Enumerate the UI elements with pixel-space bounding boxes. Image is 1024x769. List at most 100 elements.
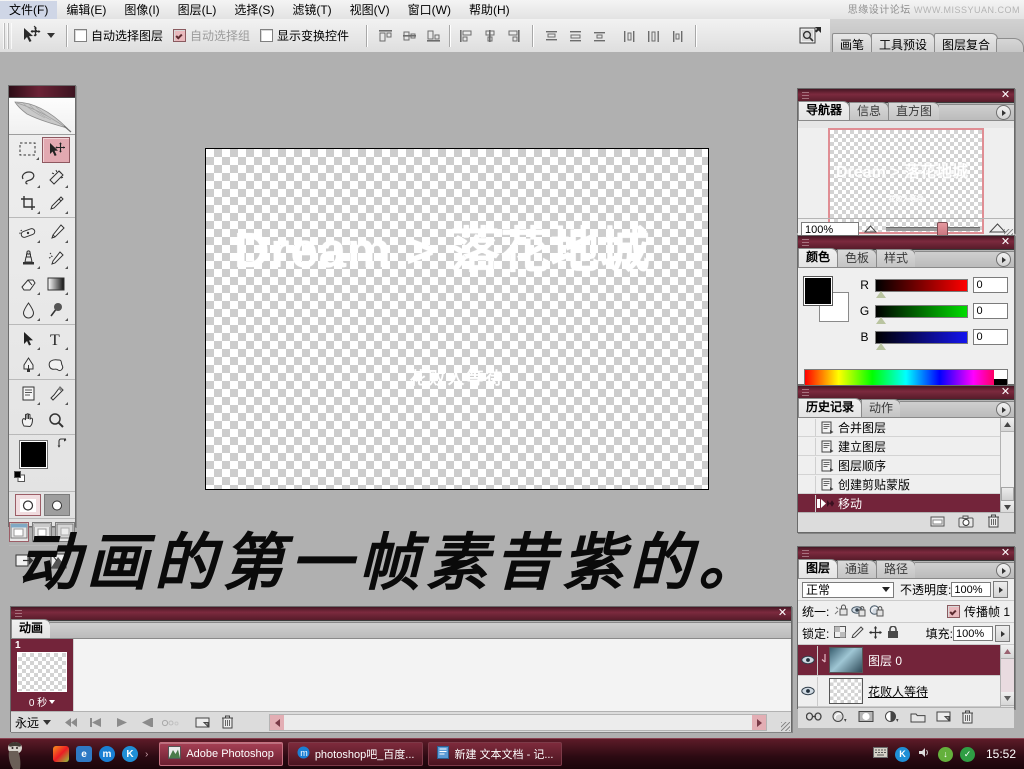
close-icon[interactable]: ✕ — [1000, 237, 1011, 248]
brush-tool[interactable] — [43, 220, 69, 244]
menu-image[interactable]: 图像(I) — [115, 1, 168, 19]
slice-tool[interactable] — [43, 191, 69, 215]
animation-horizontal-scrollbar[interactable] — [269, 714, 767, 731]
task-button-notepad[interactable]: 新建 文本文档 - 记... — [428, 742, 562, 766]
scroll-down-icon[interactable] — [1001, 692, 1014, 706]
play-animation-button[interactable] — [111, 714, 132, 730]
tab-histogram[interactable]: 直方图 — [888, 102, 940, 120]
layers-scrollbar[interactable] — [1000, 645, 1014, 707]
unify-style-icon[interactable] — [869, 604, 884, 620]
kingsoft-tray-icon[interactable]: K — [895, 747, 910, 762]
panel-menu-icon[interactable] — [996, 402, 1011, 417]
red-value-input[interactable]: 0 — [973, 277, 1008, 293]
align-top-edges-button[interactable] — [374, 25, 396, 47]
frame-thumbnail[interactable] — [17, 652, 67, 692]
scroll-track[interactable] — [1001, 432, 1014, 487]
custom-shape-tool[interactable] — [43, 353, 69, 377]
delete-frame-button[interactable] — [217, 714, 238, 730]
panel-menu-icon[interactable] — [996, 105, 1011, 120]
zoom-tool[interactable] — [43, 408, 69, 432]
layer-visibility-toggle[interactable] — [798, 677, 818, 706]
animation-frame-1[interactable]: 1 0 秒 — [11, 639, 73, 711]
tool-preset-picker[interactable] — [14, 24, 59, 48]
scroll-track[interactable] — [1001, 659, 1014, 692]
tab-animation[interactable]: 动画 — [11, 619, 51, 638]
red-slider[interactable] — [875, 279, 967, 292]
blur-tool[interactable] — [15, 298, 41, 322]
green-slider[interactable] — [875, 305, 967, 318]
notes-tool[interactable] — [15, 382, 41, 406]
distribute-bottom-edges-button[interactable] — [588, 25, 610, 47]
layer-thumbnail[interactable] — [829, 647, 863, 673]
layer-style-button[interactable] — [832, 710, 848, 726]
menu-filter[interactable]: 滤镜(T) — [283, 1, 340, 19]
hand-tool[interactable] — [15, 408, 41, 432]
move-tool[interactable] — [42, 137, 70, 163]
history-item-selected[interactable]: 移动 — [798, 494, 1014, 512]
new-group-button[interactable] — [910, 711, 926, 726]
duplicate-frame-button[interactable] — [192, 714, 213, 730]
default-colors-icon[interactable] — [14, 471, 25, 482]
adjustment-layer-button[interactable] — [884, 710, 900, 726]
scroll-down-icon[interactable] — [1001, 501, 1014, 512]
select-first-frame-button[interactable] — [61, 714, 82, 730]
file-browser-icon[interactable] — [798, 24, 824, 50]
chevron-down-icon[interactable] — [43, 720, 51, 725]
zoom-out-icon[interactable] — [864, 222, 877, 236]
keyboard-layout-icon[interactable] — [873, 747, 888, 761]
align-bottom-edges-button[interactable] — [422, 25, 444, 47]
layer-name[interactable]: 图层 0 — [868, 652, 902, 669]
layer-thumbnail[interactable] — [829, 678, 863, 704]
show-desktop-icon[interactable] — [53, 746, 69, 762]
scroll-up-icon[interactable] — [1001, 418, 1014, 432]
dodge-tool[interactable] — [43, 298, 69, 322]
distribute-horizontal-centers-button[interactable] — [642, 25, 664, 47]
scroll-left-icon[interactable] — [270, 715, 284, 730]
checkbox-box[interactable] — [260, 29, 273, 42]
clone-stamp-tool[interactable] — [15, 246, 41, 270]
options-bar-grip[interactable] — [3, 23, 12, 49]
fill-input[interactable]: 100% — [953, 626, 993, 641]
history-item[interactable]: 合并图层 — [798, 418, 1014, 437]
auto-select-group-checkbox[interactable]: 自动选择组 — [173, 27, 250, 44]
distribute-top-edges-button[interactable] — [540, 25, 562, 47]
history-snapshot-checkbox[interactable] — [798, 476, 816, 493]
blue-slider[interactable] — [875, 331, 967, 344]
blue-slider-thumb[interactable] — [876, 343, 886, 350]
align-right-edges-button[interactable] — [503, 25, 525, 47]
eraser-tool[interactable] — [15, 272, 41, 296]
chevron-down-icon[interactable] — [49, 700, 55, 704]
history-scrollbar[interactable] — [1000, 418, 1014, 512]
menu-edit[interactable]: 编辑(E) — [57, 1, 115, 19]
tab-paths[interactable]: 路径 — [876, 560, 916, 578]
delete-layer-button[interactable] — [961, 710, 974, 727]
foreground-color-swatch[interactable] — [20, 441, 47, 468]
kingsoft-icon[interactable]: K — [122, 746, 138, 762]
close-icon[interactable]: ✕ — [1000, 387, 1011, 398]
layer-name[interactable]: 花败人等待 — [868, 683, 928, 700]
red-slider-thumb[interactable] — [876, 291, 886, 298]
task-button-browser[interactable]: m photoshop吧_百度... — [288, 742, 424, 766]
green-value-input[interactable]: 0 — [973, 303, 1008, 319]
tab-swatches[interactable]: 色板 — [837, 249, 877, 267]
select-previous-frame-button[interactable] — [86, 714, 107, 730]
scroll-thumb[interactable] — [1001, 487, 1014, 501]
lock-all-icon[interactable] — [887, 626, 899, 642]
layer-row[interactable]: 花败人等待 — [798, 676, 1014, 707]
tab-navigator[interactable]: 导航器 — [798, 101, 850, 120]
history-brush-tool[interactable] — [43, 246, 69, 270]
document-canvas[interactable]: Dream > 落花地城 花败人等待 — [205, 148, 709, 490]
animation-empty-track[interactable] — [73, 639, 791, 711]
close-icon[interactable]: ✕ — [777, 608, 788, 619]
magic-wand-tool[interactable] — [43, 165, 69, 189]
opacity-input[interactable]: 100% — [951, 582, 991, 597]
tab-actions[interactable]: 动作 — [861, 399, 901, 417]
layer-mask-button[interactable] — [858, 710, 874, 726]
panel-resize-handle[interactable] — [781, 722, 790, 731]
history-snapshot-checkbox[interactable] — [798, 438, 816, 455]
lasso-tool[interactable] — [15, 165, 41, 189]
maxthon-icon[interactable]: m — [99, 746, 115, 762]
align-horizontal-centers-button[interactable] — [479, 25, 501, 47]
pen-tool[interactable] — [15, 353, 41, 377]
menu-help[interactable]: 帮助(H) — [460, 1, 519, 19]
